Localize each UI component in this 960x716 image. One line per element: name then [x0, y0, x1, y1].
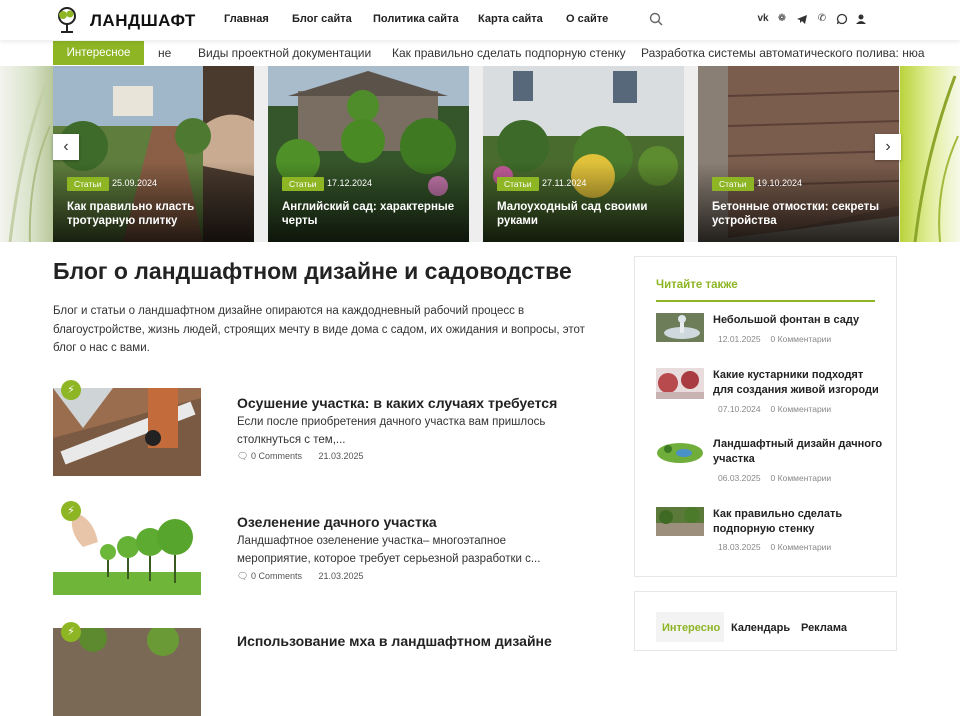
- slide-title[interactable]: Бетонные отмостки: секреты устройства: [712, 200, 892, 228]
- tab-interesting[interactable]: Интересно: [662, 622, 720, 634]
- comment-icon: 🗨: [237, 571, 249, 581]
- slider-edge-image: [0, 66, 53, 242]
- post-meta: 🗨 0 Comments 21.03.2025: [237, 571, 364, 582]
- slide-date: 27.11.2024: [542, 178, 587, 188]
- slide-category[interactable]: Статьи: [497, 177, 539, 191]
- related-thumbnail[interactable]: [656, 313, 704, 342]
- related-meta: 18.03.2025 0 Комментарии: [718, 542, 831, 552]
- nav-home[interactable]: Главная: [224, 13, 269, 25]
- nav-sitemap[interactable]: Карта сайта: [478, 13, 543, 25]
- page-intro: Блог и статьи о ландшафтном дизайне опир…: [53, 305, 585, 354]
- slider-edge-image: [900, 66, 960, 242]
- tab-ads[interactable]: Реклама: [801, 622, 847, 634]
- search-icon[interactable]: [649, 12, 663, 26]
- logo-icon[interactable]: [53, 6, 81, 34]
- nav-policy[interactable]: Политика сайта: [373, 13, 459, 25]
- featured-slider: Статьи 25.09.2024 Как правильно класть т…: [0, 66, 960, 242]
- slide-card[interactable]: Статьи 27.11.2024 Малоуходный сад своими…: [483, 66, 684, 242]
- related-thumbnail[interactable]: [656, 437, 704, 466]
- whatsapp-icon[interactable]: [836, 13, 848, 25]
- slide-title[interactable]: Английский сад: характерные черты: [282, 200, 462, 228]
- post-title[interactable]: Использование мха в ландшафтном дизайне: [237, 633, 552, 649]
- post-meta: 🗨 0 Comments 21.03.2025: [237, 451, 364, 462]
- slide-card[interactable]: Статьи 25.09.2024 Как правильно класть т…: [53, 66, 254, 242]
- user-icon[interactable]: [855, 13, 867, 25]
- page-title: Блог о ландшафтном дизайне и садоводстве: [53, 258, 572, 284]
- slider-prev-button[interactable]: ‹: [53, 134, 79, 160]
- ticker-label: Интересное: [53, 41, 144, 65]
- post-comments[interactable]: 0 Comments: [251, 451, 302, 461]
- related-comments[interactable]: 0 Комментарии: [771, 334, 832, 344]
- vk-icon[interactable]: vk: [757, 13, 769, 25]
- slide-card[interactable]: Статьи 19.10.2024 Бетонные отмостки: сек…: [698, 66, 899, 242]
- post-comments[interactable]: 0 Comments: [251, 571, 302, 581]
- related-date: 18.03.2025: [718, 542, 761, 552]
- related-title[interactable]: Как правильно сделать подпорную стенку: [713, 507, 883, 537]
- related-title[interactable]: Ландшафтный дизайн дачного участка: [713, 437, 883, 467]
- lightning-icon: ⚡: [61, 501, 81, 521]
- news-ticker: Интересное не Виды проектной документаци…: [0, 41, 960, 65]
- slider-next-button[interactable]: ›: [875, 134, 901, 160]
- post-date: 21.03.2025: [318, 451, 364, 461]
- related-meta: 06.03.2025 0 Комментарии: [718, 473, 831, 483]
- related-thumbnail[interactable]: [656, 368, 704, 399]
- lightning-icon: ⚡: [61, 380, 81, 400]
- tab-calendar[interactable]: Календарь: [731, 622, 790, 634]
- ticker-item[interactable]: Как правильно сделать подпорную стенку: [392, 46, 626, 60]
- related-meta: 12.01.2025 0 Комментарии: [718, 334, 831, 344]
- sidebar-heading: Читайте также: [656, 279, 738, 291]
- slide-date: 17.12.2024: [327, 178, 373, 188]
- ticker-item[interactable]: Виды проектной документации: [198, 46, 371, 60]
- logo-text[interactable]: ЛАНДШАФТ: [90, 11, 196, 31]
- slide-date: 19.10.2024: [757, 178, 803, 188]
- slide-category[interactable]: Статьи: [282, 177, 324, 191]
- ticker-item[interactable]: Разработка системы автоматического полив…: [641, 46, 925, 60]
- post-thumbnail[interactable]: [53, 507, 201, 595]
- nav-blog[interactable]: Блог сайта: [292, 13, 352, 25]
- post-thumbnail[interactable]: [53, 388, 201, 476]
- slide-category[interactable]: Статьи: [712, 177, 754, 191]
- post-date: 21.03.2025: [318, 571, 364, 581]
- slide-date: 25.09.2024: [112, 178, 158, 188]
- slide-category[interactable]: Статьи: [67, 177, 109, 191]
- lightning-icon: ⚡: [61, 622, 81, 642]
- comment-icon: 🗨: [237, 451, 249, 461]
- ticker-item[interactable]: не: [158, 46, 171, 60]
- post-thumbnail[interactable]: [53, 628, 201, 716]
- sidebar-divider: [656, 300, 875, 302]
- slide-title[interactable]: Малоуходный сад своими руками: [497, 200, 677, 228]
- slide-card[interactable]: Статьи 17.12.2024 Английский сад: характ…: [268, 66, 469, 242]
- post-title[interactable]: Озеленение дачного участка: [237, 514, 437, 530]
- related-date: 12.01.2025: [718, 334, 761, 344]
- related-thumbnail[interactable]: [656, 507, 704, 536]
- post-title[interactable]: Осушение участка: в каких случаях требуе…: [237, 395, 557, 411]
- nav-about[interactable]: О сайте: [566, 13, 608, 25]
- related-date: 06.03.2025: [718, 473, 761, 483]
- odnoklassniki-icon[interactable]: ❁: [776, 13, 788, 25]
- related-date: 07.10.2024: [718, 404, 761, 414]
- related-comments[interactable]: 0 Комментарии: [771, 542, 832, 552]
- related-meta: 07.10.2024 0 Комментарии: [718, 404, 831, 414]
- slide-title[interactable]: Как правильно класть тротуарную плитку: [67, 200, 247, 228]
- site-header: ЛАНДШАФТ Главная Блог сайта Политика сай…: [0, 0, 960, 40]
- phone-icon[interactable]: ✆: [816, 13, 828, 25]
- telegram-icon[interactable]: [796, 13, 808, 25]
- post-excerpt: Ландшафтное озеленение участка– многоэта…: [237, 535, 541, 565]
- post-excerpt: Если после приобретения дачного участка …: [237, 416, 546, 446]
- related-comments[interactable]: 0 Комментарии: [771, 404, 832, 414]
- related-title[interactable]: Какие кустарники подходят для создания ж…: [713, 368, 883, 398]
- related-comments[interactable]: 0 Комментарии: [771, 473, 832, 483]
- related-title[interactable]: Небольшой фонтан в саду: [713, 313, 883, 328]
